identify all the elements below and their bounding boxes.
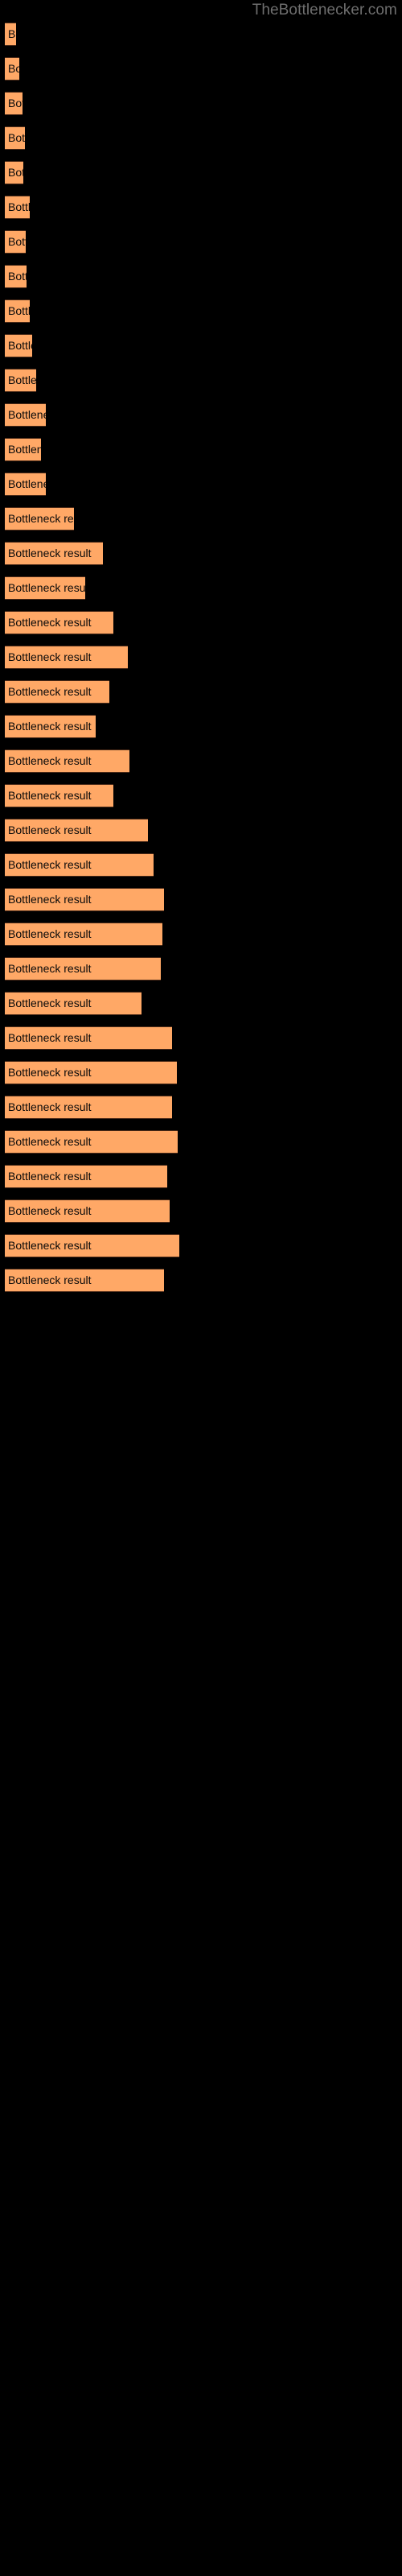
bar-label: Bottleneck result — [8, 1170, 92, 1183]
bar-label: Bottleneck result — [8, 443, 41, 456]
bar-label: Bottleneck result — [8, 270, 27, 283]
bar-label: Bottleneck result — [8, 720, 92, 733]
bar-row: Bottleneck result — [5, 334, 32, 357]
bar-row: Bottleneck result — [5, 1165, 167, 1188]
bar-row: Bottleneck result — [5, 92, 23, 115]
bar-label: Bottleneck result — [8, 200, 30, 213]
bar-label: Bottleneck result — [8, 1031, 92, 1044]
bar-label: Bottleneck result — [8, 131, 25, 144]
bar-row: Bottleneck result — [5, 403, 46, 427]
bar-label: Bottleneck result — [8, 374, 36, 386]
bar-row: Bottleneck result — [5, 57, 19, 80]
bar-label: Bottleneck result — [8, 304, 30, 317]
bar-row: Bottleneck result — [5, 1130, 178, 1154]
bar-row: Bottleneck result — [5, 680, 109, 704]
bar-label: Bottleneck result — [8, 650, 92, 663]
horizontal-bar-chart: Bottleneck result Bottleneck result Bottle… — [0, 0, 402, 2576]
bar-label: Bottleneck result — [8, 1239, 92, 1252]
bar-row: Bottleneck result — [5, 1096, 172, 1119]
bar-label: Bottleneck result — [8, 893, 92, 906]
bar-row: Bottleneck result — [5, 784, 113, 807]
bar-label: Bottleneck result — [8, 824, 92, 836]
bar-label: Bottleneck result — [8, 997, 92, 1009]
bar-row: Bottleneck result — [5, 1269, 164, 1292]
bar-row: Bottleneck result — [5, 161, 23, 184]
bar-row: Bottleneck result — [5, 853, 154, 877]
bar-row: Bottleneck result — [5, 1234, 179, 1257]
bar-label: Bottleneck result — [8, 97, 23, 109]
bar-label: Bottleneck result — [8, 339, 32, 352]
bar-row: Bottleneck result — [5, 507, 74, 530]
bar-row: Bottleneck result — [5, 1026, 172, 1050]
bar-label: Bottleneck result — [8, 1204, 92, 1217]
bar-row: Bottleneck result — [5, 473, 46, 496]
bar-label: Bottleneck result — [8, 1100, 92, 1113]
bar-row: Bottleneck result — [5, 992, 142, 1015]
bar-label: Bottleneck result — [8, 962, 92, 975]
bar-label: Bottleneck result — [8, 62, 19, 75]
bar-row: Bottleneck result — [5, 576, 85, 600]
bar-label: Bottleneck result — [8, 27, 16, 40]
bar-label: Bottleneck result — [8, 1066, 92, 1079]
bar-row: Bottleneck result — [5, 196, 30, 219]
bar-row: Bottleneck result — [5, 646, 128, 669]
bar-label: Bottleneck result — [8, 616, 92, 629]
bar-row: Bottleneck result — [5, 23, 16, 46]
bar-row: Bottleneck result — [5, 923, 162, 946]
bar-label: Bottleneck result — [8, 754, 92, 767]
bar-row: Bottleneck result — [5, 611, 113, 634]
bar-row: Bottleneck result — [5, 715, 96, 738]
bar-row: Bottleneck result — [5, 1199, 170, 1223]
bar-label: Bottleneck result — [8, 235, 26, 248]
bar-label: Bottleneck result — [8, 1135, 92, 1148]
bar-label: Bottleneck result — [8, 927, 92, 940]
bar-row: Bottleneck result — [5, 265, 27, 288]
bar-row: Bottleneck result — [5, 957, 161, 980]
bar-row: Bottleneck result — [5, 749, 129, 773]
bar-row: Bottleneck result — [5, 126, 25, 150]
bar-label: Bottleneck result — [8, 408, 46, 421]
bar-row: Bottleneck result — [5, 438, 41, 461]
bar-label: Bottleneck result — [8, 1274, 92, 1286]
bar-row: Bottleneck result — [5, 230, 26, 254]
bar-label: Bottleneck result — [8, 685, 92, 698]
bar-label: Bottleneck result — [8, 512, 74, 525]
bar-row: Bottleneck result — [5, 299, 30, 323]
bar-row: Bottleneck result — [5, 542, 103, 565]
bar-row: Bottleneck result — [5, 1061, 177, 1084]
bar-label: Bottleneck result — [8, 858, 92, 871]
bar-label: Bottleneck result — [8, 477, 46, 490]
bar-row: Bottleneck result — [5, 888, 164, 911]
bar-row: Bottleneck result — [5, 819, 148, 842]
bar-row: Bottleneck result — [5, 369, 36, 392]
bar-label: Bottleneck result — [8, 581, 85, 594]
bar-label: Bottleneck result — [8, 547, 92, 559]
bar-label: Bottleneck result — [8, 789, 92, 802]
bar-label: Bottleneck result — [8, 166, 23, 179]
